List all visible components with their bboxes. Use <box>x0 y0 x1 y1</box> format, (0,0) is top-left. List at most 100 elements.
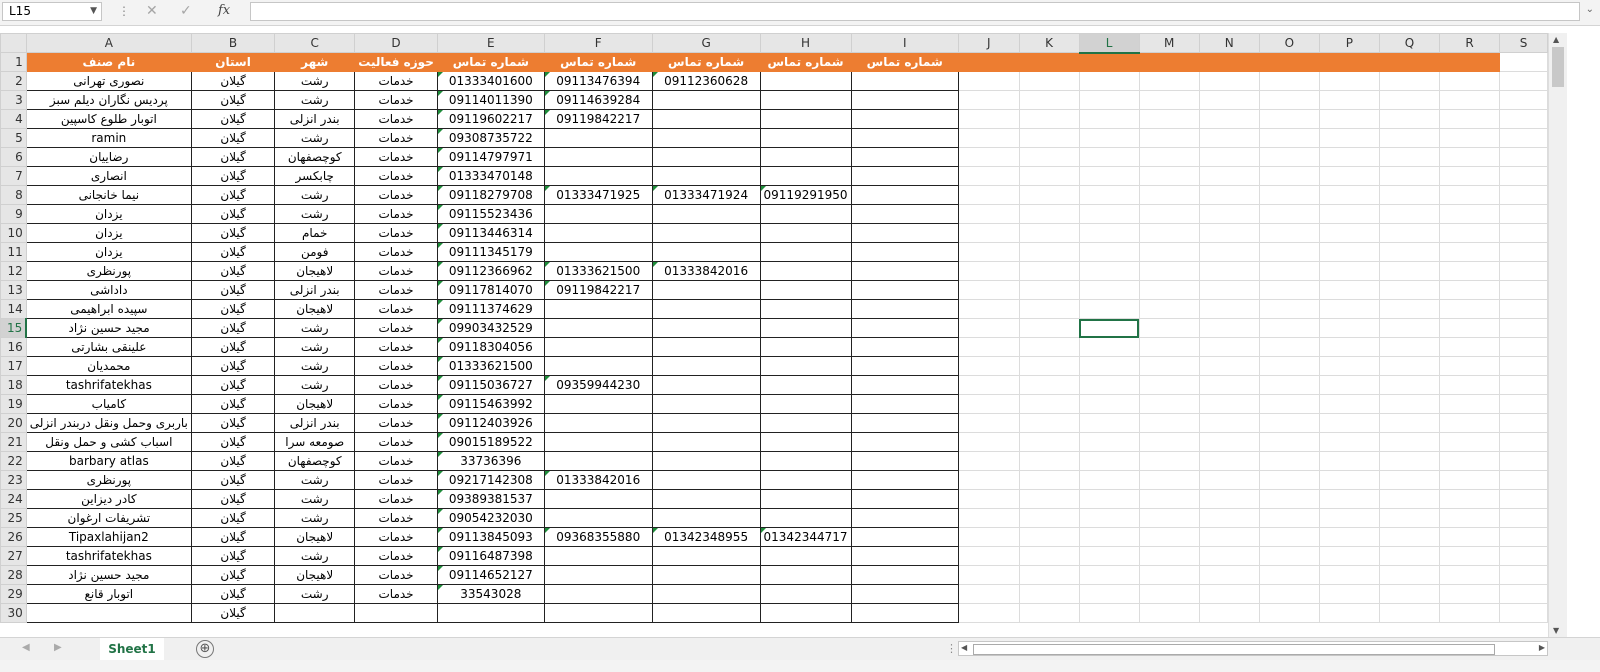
header-fill-cell[interactable] <box>957 52 1020 72</box>
header-fill-cell[interactable] <box>1318 52 1380 72</box>
row-header[interactable]: 30 <box>0 603 27 623</box>
cell-b[interactable]: گیلان <box>190 470 276 490</box>
cell-j[interactable] <box>957 489 1020 509</box>
cell-d[interactable]: خدمات <box>354 204 438 224</box>
cell-b[interactable]: گیلان <box>190 527 276 547</box>
cell-c[interactable]: کوچصفهان <box>274 451 356 471</box>
cell-a[interactable]: محمدیان <box>25 356 192 376</box>
cell-q[interactable] <box>1378 204 1440 224</box>
cell-i[interactable] <box>850 603 959 623</box>
cell-p[interactable] <box>1318 166 1380 186</box>
cell-n[interactable] <box>1198 489 1260 509</box>
cell-b[interactable]: گیلان <box>190 413 276 433</box>
cell-p[interactable] <box>1318 356 1380 376</box>
scroll-left-icon[interactable]: ◀ <box>961 643 967 652</box>
error-indicator-icon[interactable] <box>545 72 550 77</box>
cell-s[interactable] <box>1499 109 1548 129</box>
header-cell-e[interactable]: شماره تماس <box>436 52 545 72</box>
cell-l[interactable] <box>1078 508 1140 528</box>
error-indicator-icon[interactable] <box>545 91 550 96</box>
cell-j[interactable] <box>957 470 1020 490</box>
cell-k[interactable] <box>1018 451 1080 471</box>
cell-k[interactable] <box>1018 546 1080 566</box>
cell-e[interactable]: 09015189522 <box>436 432 545 452</box>
cell-l[interactable] <box>1078 527 1140 547</box>
cell-d[interactable]: خدمات <box>354 223 438 243</box>
header-cell-i[interactable]: شماره تماس <box>850 52 959 72</box>
cell-b[interactable]: گیلان <box>190 204 276 224</box>
cell-b[interactable]: گیلان <box>190 508 276 528</box>
cell-k[interactable] <box>1018 261 1080 281</box>
cell-q[interactable] <box>1378 508 1440 528</box>
cell-g[interactable] <box>651 432 761 452</box>
cell-o[interactable] <box>1258 489 1320 509</box>
cell-f[interactable] <box>543 394 653 414</box>
cell-a[interactable]: سپیده ابراهیمی <box>25 299 192 319</box>
error-indicator-icon[interactable] <box>761 528 766 533</box>
cell-f[interactable]: 01333621500 <box>543 261 653 281</box>
cell-i[interactable] <box>850 375 959 395</box>
cell-d[interactable]: خدمات <box>354 432 438 452</box>
error-indicator-icon[interactable] <box>438 338 443 343</box>
cell-s[interactable] <box>1499 546 1548 566</box>
cell-g[interactable] <box>651 223 761 243</box>
cell-f[interactable] <box>543 147 653 167</box>
cell-q[interactable] <box>1378 242 1440 262</box>
cell-r[interactable] <box>1438 223 1501 243</box>
cell-r[interactable] <box>1438 109 1501 129</box>
row-header[interactable]: 14 <box>0 299 27 319</box>
cell-i[interactable] <box>850 470 959 490</box>
header-fill-cell[interactable] <box>1378 52 1440 72</box>
cell-p[interactable] <box>1318 565 1380 585</box>
error-indicator-icon[interactable] <box>438 186 443 191</box>
cell-i[interactable] <box>850 242 959 262</box>
cell-b[interactable]: گیلان <box>190 546 276 566</box>
cell-c[interactable] <box>274 603 356 623</box>
cell-n[interactable] <box>1198 280 1260 300</box>
cell-k[interactable] <box>1018 394 1080 414</box>
cell-j[interactable] <box>957 90 1020 110</box>
cell-r[interactable] <box>1438 470 1501 490</box>
cell-k[interactable] <box>1018 527 1080 547</box>
cell-f[interactable] <box>543 166 653 186</box>
cell-j[interactable] <box>957 584 1020 604</box>
cell-k[interactable] <box>1018 432 1080 452</box>
cell-q[interactable] <box>1378 280 1440 300</box>
column-header-i[interactable]: I <box>850 33 959 53</box>
cell-b[interactable]: گیلان <box>190 299 276 319</box>
cell-e[interactable]: 09389381537 <box>436 489 545 509</box>
cell-i[interactable] <box>850 280 959 300</box>
cell-m[interactable] <box>1138 413 1200 433</box>
cell-c[interactable]: رشت <box>274 508 356 528</box>
cell-d[interactable]: خدمات <box>354 299 438 319</box>
cell-l[interactable] <box>1078 565 1140 585</box>
cell-m[interactable] <box>1138 128 1200 148</box>
cell-b[interactable]: گیلان <box>190 451 276 471</box>
cell-d[interactable]: خدمات <box>354 375 438 395</box>
cell-r[interactable] <box>1438 603 1501 623</box>
cell-b[interactable]: گیلان <box>190 432 276 452</box>
cell-m[interactable] <box>1138 527 1200 547</box>
cell-e[interactable]: 09119602217 <box>436 109 545 129</box>
cell-a[interactable]: انصاری <box>25 166 192 186</box>
cell-a[interactable]: tashrifatekhas <box>25 375 192 395</box>
error-indicator-icon[interactable] <box>438 585 443 590</box>
cell-l[interactable] <box>1078 128 1140 148</box>
cell-f[interactable] <box>543 242 653 262</box>
cell-g[interactable] <box>651 508 761 528</box>
cell-m[interactable] <box>1138 584 1200 604</box>
cell-j[interactable] <box>957 394 1020 414</box>
cell-j[interactable] <box>957 451 1020 471</box>
cell-s[interactable] <box>1499 242 1548 262</box>
cell-c[interactable]: رشت <box>274 584 356 604</box>
header-fill-cell[interactable] <box>1258 52 1320 72</box>
row-header[interactable]: 12 <box>0 261 27 281</box>
cell-j[interactable] <box>957 565 1020 585</box>
cell-q[interactable] <box>1378 166 1440 186</box>
cell-c[interactable]: رشت <box>274 489 356 509</box>
cell-f[interactable] <box>543 204 653 224</box>
error-indicator-icon[interactable] <box>438 205 443 210</box>
cell-q[interactable] <box>1378 470 1440 490</box>
cell-o[interactable] <box>1258 166 1320 186</box>
cell-p[interactable] <box>1318 185 1380 205</box>
